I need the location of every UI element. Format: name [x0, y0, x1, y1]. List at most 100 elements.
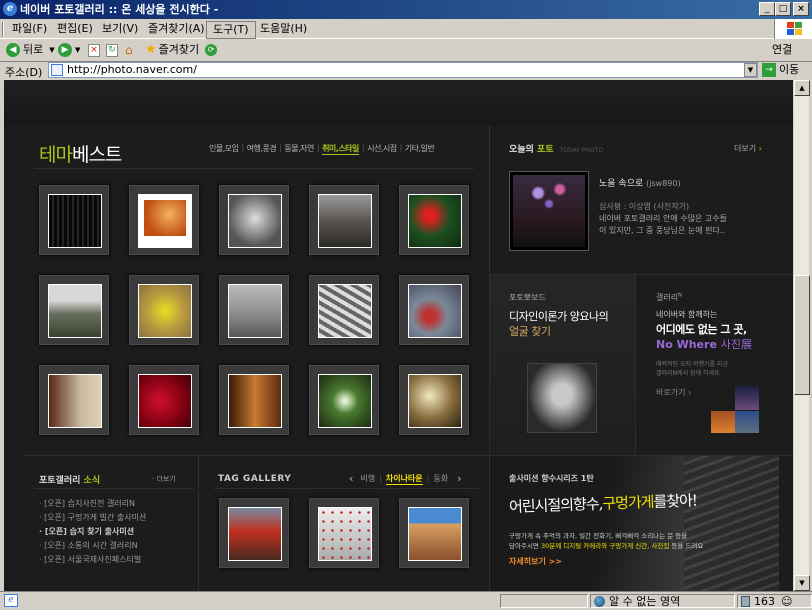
scroll-down-button[interactable]: ▼: [794, 575, 810, 591]
news-item[interactable]: · [오픈] 습지사진전 갤러리N: [39, 497, 146, 511]
theme-photo-thumb[interactable]: [399, 275, 469, 345]
tag-photo-thumb[interactable]: [399, 498, 469, 568]
photo-board-title-2: 얼굴 찾기: [509, 325, 551, 338]
forward-icon: ▶: [58, 43, 72, 57]
today-photo-more-link[interactable]: 더보기 ›: [734, 143, 762, 154]
tab-view[interactable]: 시선,시점: [367, 143, 397, 155]
theme-photo-thumb[interactable]: [129, 185, 199, 255]
tab-etc[interactable]: 기타,일반: [405, 143, 435, 155]
menu-help[interactable]: 도움말(H): [254, 21, 313, 37]
maximize-button[interactable]: □: [775, 2, 791, 16]
theme-photo-thumb[interactable]: [399, 185, 469, 255]
history-icon: ⟳: [205, 44, 217, 56]
theme-photo-thumb[interactable]: [219, 275, 289, 345]
gallery-n-line-1: 네이버와 함께하는: [656, 310, 718, 319]
tag-tab[interactable]: 동화: [433, 473, 448, 484]
vertical-scrollbar[interactable]: ▲ ▼: [793, 80, 810, 591]
menu-tools[interactable]: 도구(T): [206, 21, 256, 39]
gallery-n-thumb[interactable]: [735, 386, 759, 410]
theme-photo-thumb[interactable]: [129, 365, 199, 435]
close-button[interactable]: ×: [793, 2, 809, 16]
theme-category-tabs: 인물,모임 | 여행,풍경 | 동물,자연 | 취미,스타일 | 시선,시점 | 기타,일…: [209, 143, 435, 155]
go-icon: →: [762, 63, 776, 77]
status-bar: e 알 수 없는 영역 163 ☺: [0, 591, 812, 609]
minimize-button[interactable]: _: [759, 2, 775, 16]
address-dropdown-button[interactable]: ▼: [744, 63, 757, 77]
news-item[interactable]: · [오픈] 서울국제사진페스티벌: [39, 553, 146, 567]
news-item[interactable]: · [오픈] 습지 찾기 출사미션: [39, 525, 146, 539]
menu-favorites[interactable]: 즐겨찾기(A): [142, 21, 211, 37]
photo-board-portrait[interactable]: [527, 363, 597, 433]
refresh-button[interactable]: ↻: [106, 41, 118, 59]
theme-photo-thumb[interactable]: [399, 365, 469, 435]
tag-gallery-tabs: ‹ 비행 | 차이나타운 | 동화 ›: [349, 472, 462, 485]
gallery-n-label: 갤러리N: [656, 292, 682, 302]
scroll-thumb[interactable]: [794, 275, 810, 395]
tag-tab-active[interactable]: 차이나타운: [385, 473, 423, 485]
gallery-n-thumb[interactable]: [735, 411, 759, 433]
favorites-button[interactable]: ★ 즐겨찾기: [145, 41, 199, 59]
today-photo-image[interactable]: [509, 171, 589, 251]
scroll-up-button[interactable]: ▲: [794, 80, 810, 96]
today-photo-judge: 심사평 : 이상엽 (사진작가): [599, 202, 690, 211]
home-icon: ⌂: [125, 43, 133, 57]
window-titlebar[interactable]: e 네이버 포토갤러리 :: 온 세상을 전시한다 -: [0, 0, 812, 19]
forward-button[interactable]: ▶ ▼: [58, 41, 80, 59]
theme-photo-thumb[interactable]: [39, 365, 109, 435]
ie-icon: e: [3, 2, 17, 16]
tag-photo-thumb[interactable]: [219, 498, 289, 568]
news-item[interactable]: · [오픈] 소통의 시간 갤러리N: [39, 539, 146, 553]
theme-photo-thumb[interactable]: [309, 185, 379, 255]
photo-board-label: 포토뽀보드: [509, 293, 546, 302]
gallery-n-more-link[interactable]: 바로가기 ›: [656, 387, 691, 398]
gallery-n-line-3: No Where 사진展: [656, 338, 752, 351]
mission-banner-image: [684, 456, 779, 591]
theme-photo-thumb[interactable]: [309, 275, 379, 345]
gallery-n-thumb[interactable]: [711, 411, 735, 433]
stop-button[interactable]: ×: [88, 41, 100, 59]
page-viewport: 테마베스트 인물,모임 | 여행,풍경 | 동물,자연 | 취미,스타일 | 시선,시점…: [4, 80, 793, 591]
links-button[interactable]: 연결: [772, 41, 792, 59]
standard-toolbar: ◀ 뒤로 ▼ ▶ ▼ × ↻ ⌂ ★ 즐겨찾기 ⟳ 연결: [0, 39, 812, 61]
address-label: 주소(D): [5, 66, 43, 79]
tag-tab[interactable]: 비행: [360, 473, 375, 484]
menu-edit[interactable]: 편집(E): [51, 21, 99, 37]
smiley-icon: ☺: [781, 594, 793, 608]
theme-photo-thumb[interactable]: [129, 275, 199, 345]
mission-label: 출사미션 향수시리즈 1탄: [509, 474, 594, 483]
theme-photo-thumb[interactable]: [219, 185, 289, 255]
tab-nature[interactable]: 동물,자연: [284, 143, 314, 155]
back-button[interactable]: ◀ 뒤로 ▼: [6, 41, 55, 59]
news-more-link[interactable]: · 더보기: [152, 474, 176, 484]
menu-view[interactable]: 보기(V): [96, 21, 144, 37]
windows-logo-icon: [774, 19, 812, 39]
address-input[interactable]: http://photo.naver.com/: [48, 62, 758, 78]
tab-people[interactable]: 인물,모임: [209, 143, 239, 155]
photo-board-title-1: 디자인이론가 양요나의: [509, 310, 609, 323]
gallery-n-desc-1: 매력적인 오지 여행기를 지금: [656, 361, 728, 368]
count-label: 163: [754, 594, 775, 608]
today-photo-caption[interactable]: 노을 속으로 (jsw890): [599, 176, 681, 189]
globe-icon: [594, 595, 605, 607]
theme-photo-thumb[interactable]: [219, 365, 289, 435]
gallery-n-desc-2: 갤러리N에서 함께 하세요: [656, 370, 720, 377]
tag-prev-button[interactable]: ‹: [349, 472, 353, 485]
theme-best-title: 테마베스트: [39, 144, 122, 166]
today-photo-title: 오늘의 포토 TODAY PHOTO: [509, 145, 604, 155]
go-button[interactable]: → 이동: [762, 62, 799, 78]
theme-photo-thumb[interactable]: [39, 275, 109, 345]
tag-next-button[interactable]: ›: [457, 472, 461, 485]
tag-photo-thumb[interactable]: [309, 498, 379, 568]
news-item[interactable]: · [오픈] 구멍가게 빌간 출사미션: [39, 511, 146, 525]
mission-cta-link[interactable]: 자세히보기 >>: [509, 556, 562, 567]
history-button[interactable]: ⟳: [205, 41, 220, 59]
tab-hobby-style[interactable]: 취미,스타일: [322, 143, 359, 155]
tab-travel[interactable]: 여행,풍경: [247, 143, 277, 155]
menu-bar: 파일(F) 편집(E) 보기(V) 즐겨찾기(A) 도구(T) 도움말(H): [0, 19, 812, 39]
theme-photo-thumb[interactable]: [39, 185, 109, 255]
window-title: 네이버 포토갤러리 :: 온 세상을 전시한다 -: [20, 3, 219, 16]
menu-file[interactable]: 파일(F): [6, 21, 53, 37]
stop-icon: ×: [88, 43, 100, 57]
home-button[interactable]: ⌂: [125, 41, 139, 59]
theme-photo-thumb[interactable]: [309, 365, 379, 435]
